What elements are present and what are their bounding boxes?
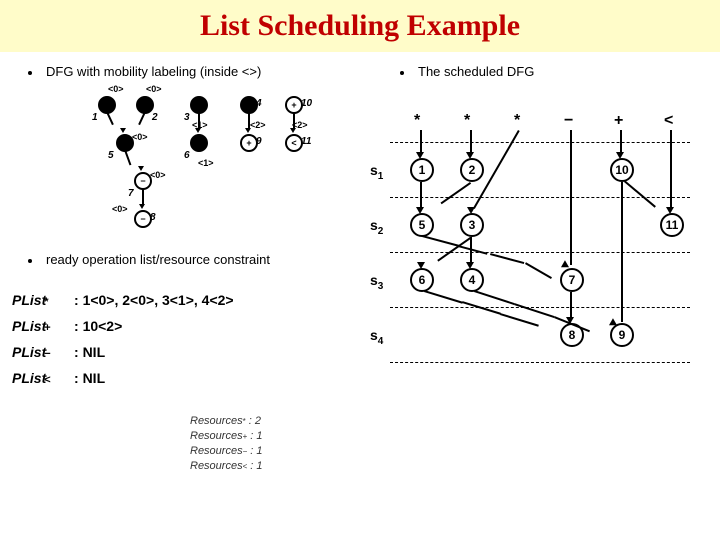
scheduled-dfg: * * * − + < s1 s2 s3 s4 1 2 10 5 3 11 6 … bbox=[370, 112, 700, 392]
resource-row: Resources* : 2 bbox=[190, 414, 263, 429]
sched-node-3: 3 bbox=[460, 213, 484, 237]
plist-row-add: PList+: 10<2> bbox=[12, 318, 234, 334]
op-header: * bbox=[414, 112, 420, 130]
op-header: + bbox=[614, 112, 623, 130]
node-mob: <0> bbox=[150, 170, 166, 180]
bullet-text: The scheduled DFG bbox=[418, 64, 534, 79]
node-mob: <0> bbox=[112, 204, 128, 214]
bullet-icon bbox=[28, 259, 32, 263]
node-label: 4 bbox=[256, 98, 262, 109]
resource-row: Resources< : 1 bbox=[190, 459, 263, 474]
node-label: 2 bbox=[152, 112, 158, 123]
sched-node-10: 10 bbox=[610, 158, 634, 182]
sched-node-7: 7 bbox=[560, 268, 584, 292]
node-label: 11 bbox=[301, 136, 311, 147]
step-label: s1 bbox=[370, 162, 383, 182]
op-header: * bbox=[464, 112, 470, 130]
plist-items: 1<0>, 2<0>, 3<1>, 4<2> bbox=[83, 292, 234, 308]
node-mob: <0> bbox=[108, 84, 124, 94]
node-label: 9 bbox=[256, 136, 262, 147]
sched-node-1: 1 bbox=[410, 158, 434, 182]
sched-node-11: 11 bbox=[660, 213, 684, 237]
node-label: 7 bbox=[128, 188, 134, 199]
node-label: 8 bbox=[150, 212, 156, 223]
bullet-text: DFG with mobility labeling (inside <>) bbox=[46, 64, 261, 79]
title-bar: List Scheduling Example bbox=[0, 0, 720, 52]
step-label: s4 bbox=[370, 327, 383, 347]
plist-row-sub: PList−: NIL bbox=[12, 344, 234, 360]
op-header: < bbox=[664, 112, 673, 130]
plist-label: PList< bbox=[12, 370, 74, 386]
step-label: s2 bbox=[370, 217, 383, 237]
step-label: s3 bbox=[370, 272, 383, 292]
bullet-icon bbox=[400, 71, 404, 75]
plist-block: PList*: 1<0>, 2<0>, 3<1>, 4<2> PList+: 1… bbox=[12, 292, 234, 396]
plist-items: 10<2> bbox=[83, 318, 123, 334]
plist-label: PList* bbox=[12, 292, 74, 308]
node-6 bbox=[190, 134, 208, 152]
node-label: 1 bbox=[92, 112, 98, 123]
bullet-ready-list: ready operation list/resource constraint bbox=[28, 252, 270, 267]
plist-label: PList− bbox=[12, 344, 74, 360]
node-mob: <2> bbox=[250, 120, 266, 130]
node-mob: <0> bbox=[146, 84, 162, 94]
plist-row-lt: PList<: NIL bbox=[12, 370, 234, 386]
plist-row-mul: PList*: 1<0>, 2<0>, 3<1>, 4<2> bbox=[12, 292, 234, 308]
node-mob: <0> bbox=[132, 132, 148, 142]
op-header: * bbox=[514, 112, 520, 130]
node-label: 3 bbox=[184, 112, 190, 123]
page-title: List Scheduling Example bbox=[200, 9, 520, 43]
bullet-text: ready operation list/resource constraint bbox=[46, 252, 270, 267]
sched-node-5: 5 bbox=[410, 213, 434, 237]
plist-items: NIL bbox=[83, 370, 106, 386]
bullet-icon bbox=[28, 71, 32, 75]
slide-body: DFG with mobility labeling (inside <>) T… bbox=[0, 52, 720, 540]
sched-node-2: 2 bbox=[460, 158, 484, 182]
op-header: − bbox=[564, 112, 573, 130]
bullet-scheduled: The scheduled DFG bbox=[400, 64, 534, 79]
resource-row: Resources− : 1 bbox=[190, 444, 263, 459]
node-mob: <1> bbox=[198, 158, 214, 168]
plist-items: NIL bbox=[83, 344, 106, 360]
dfg-mobility-graph: 1 <0> 2 <0> 3 4 + 10 5 <0> <1> 6 + 9 <2>… bbox=[90, 88, 320, 248]
sched-node-4: 4 bbox=[460, 268, 484, 292]
resources-block: Resources* : 2 Resources+ : 1 Resources−… bbox=[190, 414, 263, 473]
sched-node-6: 6 bbox=[410, 268, 434, 292]
node-label: 5 bbox=[108, 150, 114, 161]
node-label: 10 bbox=[301, 98, 312, 109]
node-label: 6 bbox=[184, 150, 190, 161]
resource-row: Resources+ : 1 bbox=[190, 429, 263, 444]
plist-label: PList+ bbox=[12, 318, 74, 334]
bullet-dfg-mobility: DFG with mobility labeling (inside <>) bbox=[28, 64, 261, 79]
